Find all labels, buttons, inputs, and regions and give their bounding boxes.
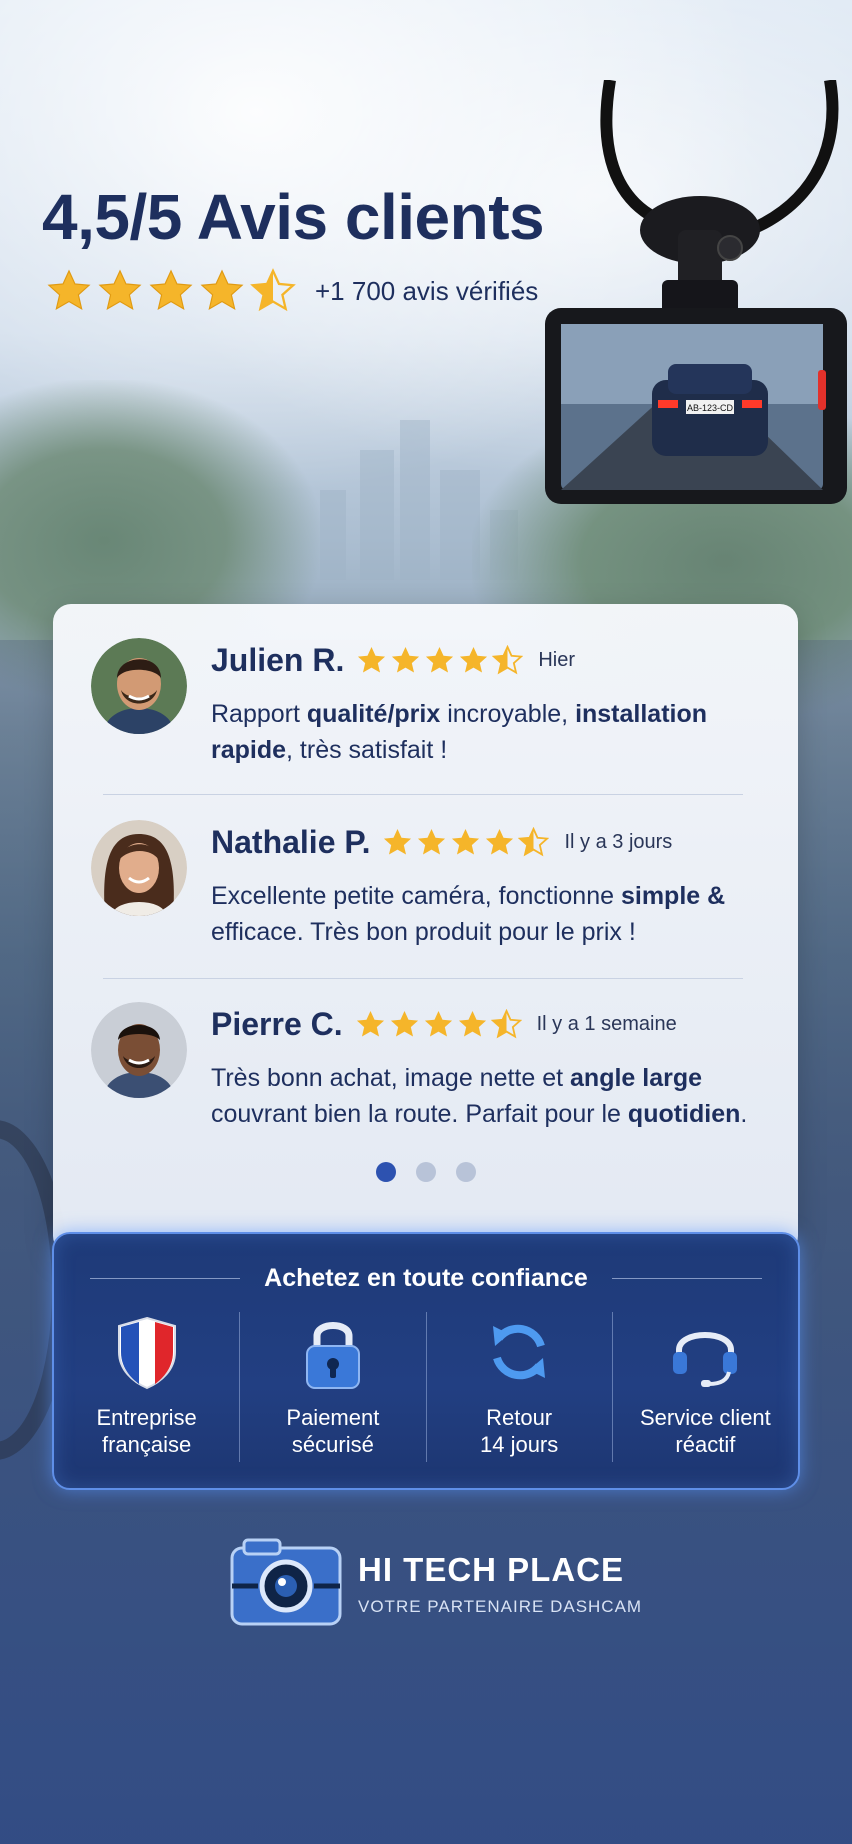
carousel-dot-1[interactable]: [375, 1162, 396, 1182]
review-item: Nathalie P. Il y a 3 jours Excellente pe…: [91, 818, 771, 948]
star-icon: [149, 269, 193, 310]
star-icon: [47, 269, 91, 310]
star-icon: [418, 828, 446, 855]
star-icon: [200, 269, 244, 310]
star-icon: [392, 646, 420, 673]
carousel-pagination: [53, 1162, 798, 1182]
headset-icon: [673, 1332, 738, 1387]
rating-stars: [46, 268, 301, 314]
review-stars: [355, 1009, 525, 1040]
star-icon: [356, 1010, 384, 1037]
dashcam-image: AB-123-CD: [545, 80, 847, 504]
carousel-dot-2[interactable]: [415, 1162, 436, 1182]
trust-item-secure-payment: Paiement sécurisé: [239, 1312, 425, 1462]
review-stars: [356, 645, 526, 676]
page-title: 4,5/5 Avis clients: [42, 181, 545, 253]
star-icon: [98, 269, 142, 310]
half-star-icon: [250, 268, 296, 312]
reviewer-name: Pierre C.: [211, 1006, 343, 1042]
refresh-arrows-icon: [493, 1324, 546, 1380]
review-item: Julien R. Hier Rapport qualité/prix incr…: [91, 636, 771, 766]
star-icon: [486, 828, 514, 855]
reviews-card[interactable]: Julien R. Hier Rapport qualité/prix incr…: [53, 604, 798, 1254]
trust-label: Paiement sécurisé: [286, 1405, 380, 1457]
review-text: Rapport qualité/prix incroyable, install…: [211, 700, 708, 764]
reviewer-name: Nathalie P.: [211, 824, 371, 860]
half-star-icon: [518, 827, 550, 857]
french-flag-shield-icon: [117, 1316, 176, 1390]
trust-badges: Achetez en toute confiance Entreprise fr…: [52, 1232, 800, 1490]
divider: [611, 1278, 762, 1279]
review-date: Il y a 3 jours: [564, 831, 673, 853]
trust-title: Achetez en toute confiance: [264, 1264, 588, 1292]
trust-label: Service client réactif: [639, 1405, 771, 1457]
verified-reviews-count: +1 700 avis vérifiés: [315, 275, 539, 306]
trust-item-customer-service: Service client réactif: [611, 1312, 798, 1462]
brand-tagline: VOTRE PARTENAIRE DASHCAM: [358, 1597, 643, 1616]
star-icon: [424, 1010, 452, 1037]
review-stars: [382, 827, 552, 858]
camera-logo-icon: [230, 1538, 342, 1626]
divider: [103, 794, 743, 795]
divider: [90, 1278, 241, 1279]
star-icon: [426, 646, 454, 673]
reviewer-name: Julien R.: [211, 642, 345, 678]
license-plate: AB-123-CD: [687, 403, 734, 413]
star-icon: [452, 828, 480, 855]
star-icon: [458, 1010, 486, 1037]
half-star-icon: [492, 645, 524, 675]
trust-label: Retour 14 jours: [479, 1405, 559, 1457]
woman-avatar: [91, 820, 187, 916]
carousel-dot-3[interactable]: [455, 1162, 476, 1182]
padlock-icon: [305, 1322, 360, 1389]
trust-label: Entreprise française: [96, 1405, 197, 1457]
trust-item-french-company: Entreprise française: [54, 1312, 239, 1462]
man-avatar: [91, 1002, 187, 1098]
review-item: Pierre C. Il y a 1 semaine Très bonn ach…: [91, 1000, 771, 1130]
divider: [103, 978, 743, 979]
review-text: Excellente petite caméra, fonctionne sim…: [211, 882, 726, 946]
overall-rating: +1 700 avis vérifiés: [46, 268, 538, 314]
review-text: Très bonn achat, image nette et angle la…: [211, 1064, 748, 1128]
review-date: Il y a 1 semaine: [536, 1013, 677, 1035]
brand-logo-block: HI TECH PLACE VOTRE PARTENAIRE DASHCAM: [228, 1538, 642, 1630]
trust-item-returns: Retour 14 jours: [425, 1312, 612, 1462]
man-avatar: [91, 638, 187, 734]
star-icon: [460, 646, 488, 673]
star-icon: [358, 646, 386, 673]
half-star-icon: [490, 1009, 522, 1039]
brand-name: HI TECH PLACE: [358, 1551, 625, 1588]
star-icon: [390, 1010, 418, 1037]
star-icon: [384, 828, 412, 855]
review-date: Hier: [538, 649, 576, 671]
